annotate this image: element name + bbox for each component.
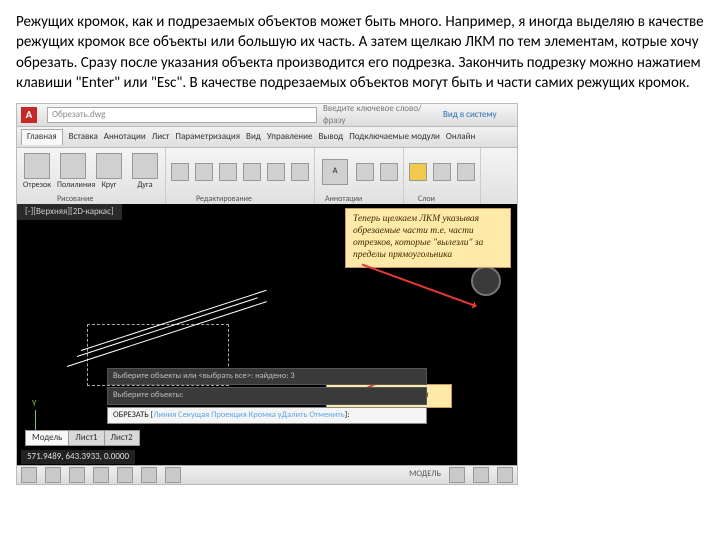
- autocad-screenshot: A Обрезать.dwg Введите ключевое слово/фр…: [16, 103, 518, 485]
- status-icon[interactable]: [141, 467, 157, 483]
- mirror-icon: [267, 163, 285, 181]
- text-icon: A: [322, 159, 348, 185]
- layout-tabs: Модель Лист1 Лист2: [25, 430, 140, 446]
- app-menu-icon[interactable]: A: [21, 107, 37, 123]
- fillet-icon: [291, 163, 309, 181]
- dimension-icon: [356, 163, 374, 181]
- ribbon: Отрезок Полилиния Круг Дуга Рисование Ре…: [17, 148, 517, 207]
- tab-annot[interactable]: Аннотации: [104, 131, 146, 143]
- coords-readout: 571.9489, 643.3933, 0.0000: [21, 450, 135, 464]
- btn-edit-2[interactable]: [194, 163, 214, 182]
- btn-line[interactable]: Отрезок: [21, 153, 53, 191]
- rotate-icon: [195, 163, 213, 181]
- btn-edit-6[interactable]: [290, 163, 310, 182]
- tab-model[interactable]: Модель: [25, 430, 69, 446]
- layer-state-icon: [457, 163, 475, 181]
- circle-icon: [96, 153, 122, 179]
- status-icon[interactable]: [69, 467, 85, 483]
- tab-insert[interactable]: Вставка: [69, 131, 98, 143]
- status-icon[interactable]: [45, 467, 61, 483]
- btn-edit-5[interactable]: [266, 163, 286, 182]
- tab-plugins[interactable]: Подключаемые модули: [349, 131, 440, 143]
- polyline-icon: [60, 153, 86, 179]
- status-model-label[interactable]: МОДЕЛЬ: [409, 469, 441, 480]
- status-icon[interactable]: [21, 467, 37, 483]
- btn-circle[interactable]: Круг: [93, 153, 125, 191]
- status-icon[interactable]: [93, 467, 109, 483]
- tab-view[interactable]: Вид: [246, 131, 261, 143]
- btn-layer-1[interactable]: [408, 163, 428, 182]
- status-icon[interactable]: [117, 467, 133, 483]
- arc-icon: [132, 153, 158, 179]
- status-icon[interactable]: [449, 467, 465, 483]
- title-field: Обрезать.dwg: [47, 107, 317, 123]
- btn-dim[interactable]: [355, 163, 375, 182]
- viewport-label[interactable]: [-][Верхняя][2D-каркас]: [17, 204, 122, 220]
- callout-main: Теперь щелкаем ЛКМ указывая обрезаемые ч…: [345, 208, 511, 268]
- tab-param[interactable]: Параметризация: [175, 131, 240, 143]
- tab-sheet[interactable]: Лист: [152, 131, 170, 143]
- tab-manage[interactable]: Управление: [267, 131, 313, 143]
- status-icon[interactable]: [497, 467, 513, 483]
- cmd-suffix: ]:: [345, 410, 350, 420]
- arrow-to-lines: [362, 264, 475, 307]
- signin-hint[interactable]: Вид в систему: [443, 109, 513, 121]
- ribbon-tabs: Главная Вставка Аннотации Лист Параметри…: [17, 127, 517, 148]
- command-history: Выберите объекты или <выбрать все>: найд…: [107, 366, 427, 424]
- search-hint: Введите ключевое слово/фразу: [323, 103, 443, 127]
- tab-layout2[interactable]: Лист2: [104, 430, 140, 446]
- nav-wheel-icon[interactable]: [471, 266, 501, 296]
- cmd-line-1: Выберите объекты или <выбрать все>: найд…: [107, 368, 427, 385]
- layer-icon: [409, 163, 427, 181]
- window-titlebar: A Обрезать.dwg Введите ключевое слово/фр…: [17, 104, 517, 127]
- status-icon[interactable]: [165, 467, 181, 483]
- tab-online[interactable]: Онлайн: [446, 131, 475, 143]
- cmd-options[interactable]: Линия Секущая Проекция Кромка уДалить От…: [153, 410, 344, 420]
- status-icon[interactable]: [473, 467, 489, 483]
- trim-icon: [219, 163, 237, 181]
- btn-layer-3[interactable]: [456, 163, 476, 182]
- btn-edit-3[interactable]: [218, 163, 238, 182]
- btn-pline[interactable]: Полилиния: [57, 153, 89, 191]
- btn-edit-4[interactable]: [242, 163, 262, 182]
- move-icon: [171, 163, 189, 181]
- copy-icon: [243, 163, 261, 181]
- layer-prop-icon: [433, 163, 451, 181]
- btn-edit-1[interactable]: [170, 163, 190, 182]
- btn-table[interactable]: [379, 163, 399, 182]
- tab-layout1[interactable]: Лист1: [68, 430, 104, 446]
- btn-layer-2[interactable]: [432, 163, 452, 182]
- cmd-line-active[interactable]: ОБРЕЗАТЬ [Линия Секущая Проекция Кромка …: [107, 407, 427, 424]
- paragraph: Режущих кромок, как и подрезаемых объект…: [16, 12, 704, 93]
- tab-home[interactable]: Главная: [21, 129, 63, 144]
- cmd-line-2: Выберите объекты:: [107, 387, 427, 404]
- btn-arc[interactable]: Дуга: [129, 153, 161, 191]
- btn-text[interactable]: A: [319, 159, 351, 186]
- cmd-prefix: ОБРЕЗАТЬ [: [113, 410, 153, 420]
- status-bar: МОДЕЛЬ: [17, 465, 517, 484]
- table-icon: [380, 163, 398, 181]
- line-icon: [24, 153, 50, 179]
- tab-output[interactable]: Вывод: [318, 131, 343, 143]
- drawing-area[interactable]: [-][Верхняя][2D-каркас] В Теперь щелкаем…: [17, 204, 517, 466]
